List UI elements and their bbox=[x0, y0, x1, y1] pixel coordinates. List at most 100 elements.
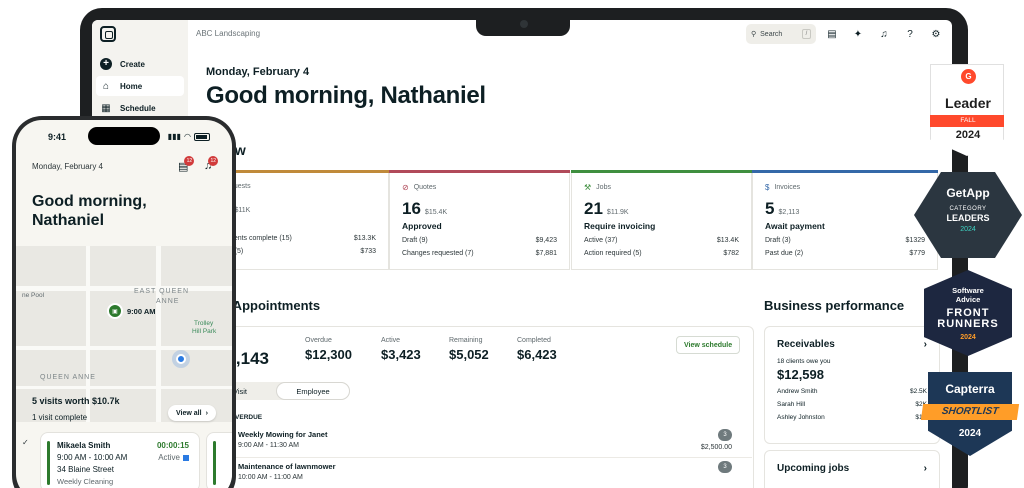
wf-label: Invoices bbox=[774, 184, 801, 191]
sidebar-item-create[interactable]: + Create bbox=[96, 54, 184, 74]
bell-icon[interactable]: ♫ 12 bbox=[204, 156, 219, 172]
gear-icon[interactable]: ⚙ bbox=[926, 24, 946, 44]
wf-row: ssments complete (15) $13.3K bbox=[221, 235, 376, 242]
wf-row-label: Draft (3) bbox=[765, 237, 791, 244]
stat-label: Active bbox=[381, 337, 401, 344]
upcoming-jobs-card[interactable]: Upcoming jobs › bbox=[764, 450, 940, 488]
stat-value: $3,423 bbox=[381, 347, 421, 362]
workflow-card-quotes[interactable]: ⊘ Quotes 16 $15.4K Approved Draft (9) $9,42… bbox=[389, 170, 570, 270]
view-all-button[interactable]: View all › bbox=[168, 405, 216, 421]
visit-card[interactable]: Mikaela Smith 9:00 AM - 10:00 AM 34 Blai… bbox=[40, 432, 200, 488]
visit-status-bar bbox=[213, 441, 216, 485]
dollar-doc-icon: $ bbox=[765, 183, 770, 192]
notification-badge: 12 bbox=[184, 156, 195, 166]
wf-row: Draft (9) $9,423 bbox=[402, 237, 557, 244]
wf-label: Quotes bbox=[413, 184, 437, 191]
search-input[interactable]: ⚲ Search / bbox=[746, 24, 816, 44]
status-icons: ▮▮▮ ◠ bbox=[168, 132, 210, 141]
wf-row-value: $1329 bbox=[905, 237, 925, 244]
wf-row-value: $7,881 bbox=[535, 250, 557, 257]
status-time: 9:41 bbox=[48, 132, 67, 142]
map-label: QUEEN ANNE bbox=[40, 374, 96, 381]
view-all-label: View all bbox=[176, 409, 202, 417]
sidebar-item-schedule[interactable]: ▦ Schedule bbox=[96, 98, 184, 118]
receivable-row: Andrew Smith $2.5K bbox=[777, 388, 927, 395]
g2-ribbon: FALL bbox=[930, 115, 1004, 127]
wf-row-label: Draft (9) bbox=[402, 237, 428, 244]
wf-row: Draft (3) $1329 bbox=[765, 237, 925, 244]
laptop-notch bbox=[476, 14, 570, 36]
g2-leader-badge: G Leader FALL 2024 bbox=[930, 64, 1004, 156]
top-toolbar: ⚲ Search / ▤ ✦ ♫ ? ⚙ bbox=[746, 24, 946, 44]
sparkle-icon[interactable]: ✦ bbox=[848, 24, 868, 44]
sa-name-line2: Advice bbox=[955, 295, 981, 304]
plus-circle-icon: + bbox=[100, 58, 112, 70]
current-location-icon bbox=[176, 354, 186, 364]
receivables-amount: $12,598 bbox=[777, 367, 824, 382]
messages-icon[interactable]: ▤ bbox=[822, 24, 842, 44]
upcoming-jobs-title: Upcoming jobs bbox=[777, 463, 850, 474]
sidebar-item-label: Schedule bbox=[120, 103, 156, 113]
phone-frame: 9:41 ▮▮▮ ◠ Monday, February 4 ▤ 12 ♫ 12 Go… bbox=[12, 116, 236, 488]
stat-value: $5,052 bbox=[449, 347, 489, 362]
wf-row: Past due (2) $779 bbox=[765, 250, 925, 257]
receivables-title: Receivables bbox=[777, 339, 835, 350]
wf-status: Approved bbox=[402, 221, 442, 231]
phone-greeting: Good morning, Nathaniel bbox=[32, 193, 147, 229]
chat-icon[interactable]: ▤ 12 bbox=[178, 156, 195, 173]
getapp-category: CATEGORY bbox=[949, 206, 987, 212]
hammer-icon: ⚒ bbox=[584, 183, 592, 192]
page-title: Good morning, Nathaniel bbox=[206, 82, 486, 109]
segment-employee[interactable]: Employee bbox=[276, 382, 350, 400]
visit-card-next[interactable] bbox=[206, 432, 232, 488]
wf-sum: $2,113 bbox=[778, 209, 800, 216]
visits-complete: 1 visit complete bbox=[32, 413, 88, 422]
wifi-icon: ◠ bbox=[184, 132, 191, 141]
company-name: ABC Landscaping bbox=[196, 29, 261, 38]
map-pin[interactable]: ▣ 9:00 AM bbox=[107, 303, 155, 319]
bell-icon[interactable]: ♫ bbox=[874, 24, 894, 44]
card-accent-bar bbox=[752, 170, 938, 173]
sa-year: 2024 bbox=[960, 334, 976, 341]
sidebar-item-home[interactable]: ⌂ Home bbox=[96, 76, 184, 96]
card-accent-bar bbox=[389, 170, 570, 173]
workflow-card-jobs[interactable]: ⚒ Jobs 21 $11.9K Require invoicing Active … bbox=[571, 170, 752, 270]
wf-row: Action required (5) $782 bbox=[584, 250, 739, 257]
visit-time: 9:00 AM - 10:00 AM bbox=[57, 453, 128, 462]
client-name: Sarah Hill bbox=[777, 401, 806, 408]
wf-count: 21 bbox=[584, 199, 603, 218]
stat-label: Overdue bbox=[305, 337, 332, 344]
visit-row[interactable]: Weekly Mowing for Janet 9:00 AM - 11:30 … bbox=[232, 426, 752, 458]
help-icon[interactable]: ? bbox=[900, 24, 920, 44]
receivables-sub: 18 clients owe you bbox=[777, 358, 831, 365]
map-label: EAST QUEEN bbox=[134, 288, 189, 295]
visit-timer: 00:00:15 bbox=[156, 441, 189, 450]
receivable-row: Sarah Hill $2K bbox=[777, 401, 927, 408]
signal-icon: ▮▮▮ bbox=[167, 132, 182, 141]
visits-summary: 5 visits worth $10.7k bbox=[32, 396, 120, 406]
receivables-card[interactable]: Receivables › 18 clients owe you $12,598 … bbox=[764, 326, 940, 444]
chevron-right-icon[interactable]: › bbox=[924, 339, 927, 350]
g2-year: 2024 bbox=[955, 129, 981, 141]
visit-type: Weekly Cleaning bbox=[57, 477, 114, 486]
workflow-card-invoices[interactable]: $ Invoices 5 $2,113 Await payment Draft (3… bbox=[752, 170, 938, 270]
wf-row-label: Past due (2) bbox=[765, 250, 804, 257]
home-icon: ⌂ bbox=[102, 80, 110, 92]
wf-row-label: Changes requested (7) bbox=[402, 250, 474, 257]
visit-time: 9:00 AM - 11:30 AM bbox=[238, 442, 299, 449]
visit-row[interactable]: Maintenance of lawnmower 10:00 AM - 11:0… bbox=[232, 458, 752, 488]
wf-row-label: Action required (5) bbox=[584, 250, 642, 257]
stat-value: $12,300 bbox=[305, 347, 352, 362]
wf-status: Await payment bbox=[765, 221, 825, 231]
stat-completed: Completed $6,423 bbox=[517, 337, 557, 362]
stat-value: $6,423 bbox=[517, 347, 557, 362]
visit-badge: 3 bbox=[718, 461, 732, 473]
app-logo-icon[interactable] bbox=[100, 26, 116, 42]
wf-row-value: $779 bbox=[909, 250, 925, 257]
view-schedule-button[interactable]: View schedule bbox=[676, 336, 741, 354]
truck-icon: ▣ bbox=[107, 303, 123, 319]
receivable-row: Ashley Johnston$1K bbox=[777, 414, 927, 421]
visit-title: Weekly Mowing for Janet bbox=[238, 430, 328, 439]
chevron-right-icon: › bbox=[205, 409, 208, 417]
search-icon: ⚲ bbox=[751, 31, 757, 38]
